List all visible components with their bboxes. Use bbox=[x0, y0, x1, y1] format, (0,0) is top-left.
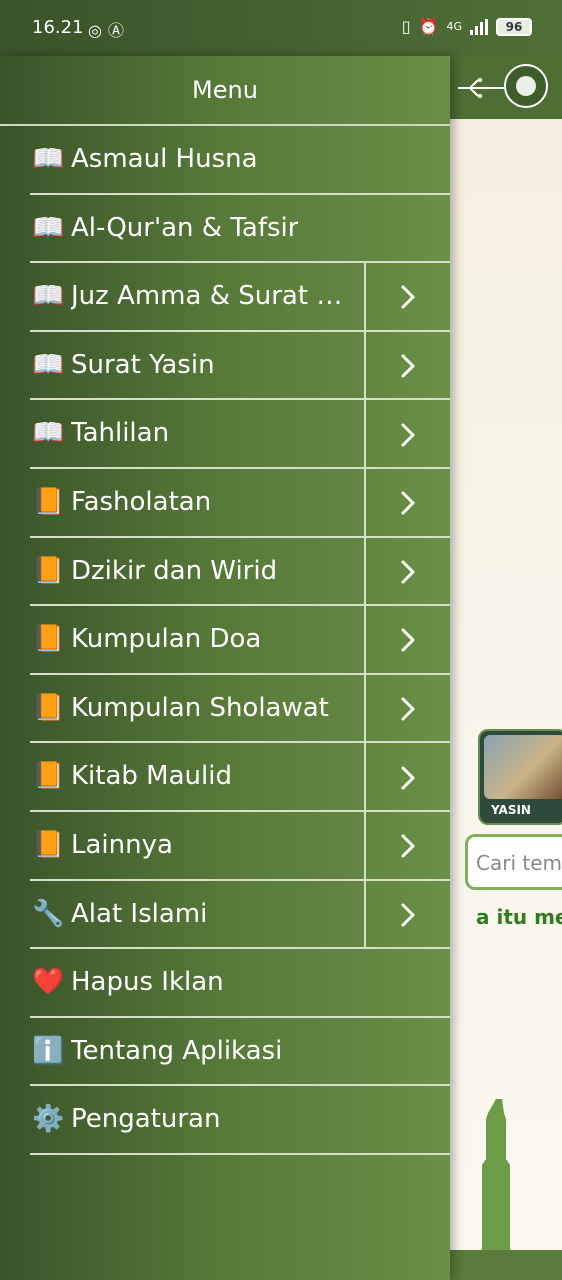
network-type: 4G bbox=[446, 20, 462, 33]
menu-item-icon: 📙 bbox=[32, 555, 65, 586]
app-bottom-bar bbox=[450, 1250, 562, 1280]
menu-item-tahlilan[interactable]: 📖 Tahlilan bbox=[0, 400, 450, 469]
menu-item-label: Tahlilan bbox=[71, 418, 170, 449]
expand-button[interactable] bbox=[364, 468, 450, 538]
quran-image bbox=[484, 735, 562, 799]
chevron-right-icon bbox=[401, 423, 415, 447]
chevron-right-icon bbox=[401, 834, 415, 858]
chevron-right-icon bbox=[401, 560, 415, 584]
menu-item-icon: ❤️ bbox=[32, 967, 65, 998]
menu-item-icon: 📙 bbox=[32, 692, 65, 723]
menu-item-pengaturan[interactable]: ⚙️ Pengaturan bbox=[0, 1086, 450, 1155]
menu-list: 📖 Asmaul Husna 📖 Al-Qur'an & Tafsir 📖 Ju… bbox=[0, 126, 450, 1155]
menu-item-label: Lainnya bbox=[71, 829, 173, 860]
menu-item-icon: 📖 bbox=[32, 212, 65, 243]
teaser-text: a itu men bbox=[476, 905, 562, 929]
chevron-right-icon bbox=[401, 491, 415, 515]
menu-item-alat-islami[interactable]: 🔧 Alat Islami bbox=[0, 880, 450, 950]
menu-item-label: Asmaul Husna bbox=[71, 144, 258, 174]
menu-item-icon: 📙 bbox=[32, 624, 65, 655]
yasin-card-label: YASIN bbox=[491, 803, 531, 817]
app-header bbox=[450, 56, 562, 119]
vibrate-icon: ▯ bbox=[401, 17, 411, 36]
chevron-right-icon bbox=[401, 697, 415, 721]
menu-item-al-qur-an-tafsir[interactable]: 📖 Al-Qur'an & Tafsir bbox=[0, 195, 450, 264]
expand-button[interactable] bbox=[364, 743, 450, 812]
menu-item-icon: 📙 bbox=[32, 761, 65, 792]
circuit-decoration-icon bbox=[458, 78, 504, 98]
expand-button[interactable] bbox=[364, 674, 450, 744]
yasin-card[interactable]: YASIN bbox=[478, 729, 562, 825]
menu-item-kumpulan-doa[interactable]: 📙 Kumpulan Doa bbox=[0, 606, 450, 675]
expand-button[interactable] bbox=[364, 880, 450, 950]
app-logo-icon[interactable] bbox=[504, 64, 548, 108]
expand-button[interactable] bbox=[364, 606, 450, 675]
chevron-right-icon bbox=[401, 766, 415, 790]
app-body: YASIN Cari tema a itu men bbox=[450, 119, 562, 1280]
menu-item-juz-amma-surat-pil[interactable]: 📖 Juz Amma & Surat Pil... bbox=[0, 263, 450, 332]
menu-item-label: Juz Amma & Surat Pil... bbox=[71, 281, 356, 312]
drawer-title: Menu bbox=[0, 56, 450, 126]
a-circle-icon: Ⓐ bbox=[107, 21, 130, 40]
chevron-right-icon bbox=[401, 354, 415, 378]
menu-item-icon: 📙 bbox=[32, 829, 65, 860]
expand-button[interactable] bbox=[364, 811, 450, 881]
menu-item-lainnya[interactable]: 📙 Lainnya bbox=[0, 811, 450, 881]
menu-item-label: Hapus Iklan bbox=[71, 967, 224, 998]
battery-icon: 96 bbox=[496, 17, 532, 36]
expand-button[interactable] bbox=[364, 537, 450, 607]
expand-button[interactable] bbox=[364, 400, 450, 469]
menu-item-icon: 📖 bbox=[32, 144, 65, 174]
menu-item-icon: 📖 bbox=[32, 349, 65, 380]
instagram-icon: ◎ bbox=[88, 21, 108, 40]
menu-item-icon: 📖 bbox=[32, 418, 65, 449]
menu-item-label: Kitab Maulid bbox=[71, 761, 232, 792]
status-left-icons: ◎Ⓐ bbox=[88, 17, 130, 41]
menu-item-icon: 📙 bbox=[32, 486, 65, 517]
menu-item-dzikir-dan-wirid[interactable]: 📙 Dzikir dan Wirid bbox=[0, 537, 450, 607]
chevron-right-icon bbox=[401, 628, 415, 652]
status-right-icons: ▯ ⏰ 4G 96 bbox=[402, 17, 532, 36]
menu-item-label: Fasholatan bbox=[71, 486, 212, 517]
expand-button[interactable] bbox=[364, 331, 450, 401]
background-app: YASIN Cari tema a itu men bbox=[450, 56, 562, 1280]
status-bar: 16.21 ◎Ⓐ ▯ ⏰ 4G 96 bbox=[0, 0, 562, 56]
menu-item-surat-yasin[interactable]: 📖 Surat Yasin bbox=[0, 331, 450, 401]
menu-item-fasholatan[interactable]: 📙 Fasholatan bbox=[0, 468, 450, 538]
expand-button[interactable] bbox=[364, 263, 450, 332]
menu-item-tentang-aplikasi[interactable]: ℹ️ Tentang Aplikasi bbox=[0, 1018, 450, 1087]
menu-item-icon: 🔧 bbox=[32, 898, 65, 929]
menu-item-label: Dzikir dan Wirid bbox=[71, 555, 278, 586]
search-input[interactable]: Cari tema bbox=[465, 834, 562, 890]
menu-item-icon: ℹ️ bbox=[32, 1035, 65, 1066]
menu-item-label: Tentang Aplikasi bbox=[71, 1035, 283, 1066]
chevron-right-icon bbox=[401, 903, 415, 927]
menu-divider bbox=[30, 1152, 450, 1155]
menu-item-asmaul-husna[interactable]: 📖 Asmaul Husna bbox=[0, 126, 450, 195]
menu-item-label: Kumpulan Sholawat bbox=[71, 692, 329, 723]
menu-item-label: Surat Yasin bbox=[71, 349, 215, 380]
menu-item-kitab-maulid[interactable]: 📙 Kitab Maulid bbox=[0, 743, 450, 812]
menu-item-label: Al-Qur'an & Tafsir bbox=[71, 212, 299, 243]
status-time: 16.21 bbox=[32, 17, 84, 38]
menu-item-icon: 📖 bbox=[32, 281, 65, 312]
navigation-drawer: Menu 📖 Asmaul Husna 📖 Al-Qur'an & Tafsir… bbox=[0, 56, 450, 1280]
signal-icon bbox=[470, 18, 488, 35]
menu-item-icon: ⚙️ bbox=[32, 1104, 65, 1135]
alarm-icon: ⏰ bbox=[418, 17, 439, 36]
menu-item-label: Kumpulan Doa bbox=[71, 624, 262, 655]
menu-item-label: Pengaturan bbox=[71, 1104, 221, 1135]
menu-item-hapus-iklan[interactable]: ❤️ Hapus Iklan bbox=[0, 949, 450, 1018]
search-placeholder: Cari tema bbox=[476, 851, 562, 875]
menu-item-label: Alat Islami bbox=[71, 898, 208, 929]
menu-item-kumpulan-sholawat[interactable]: 📙 Kumpulan Sholawat bbox=[0, 674, 450, 744]
chevron-right-icon bbox=[401, 285, 415, 309]
